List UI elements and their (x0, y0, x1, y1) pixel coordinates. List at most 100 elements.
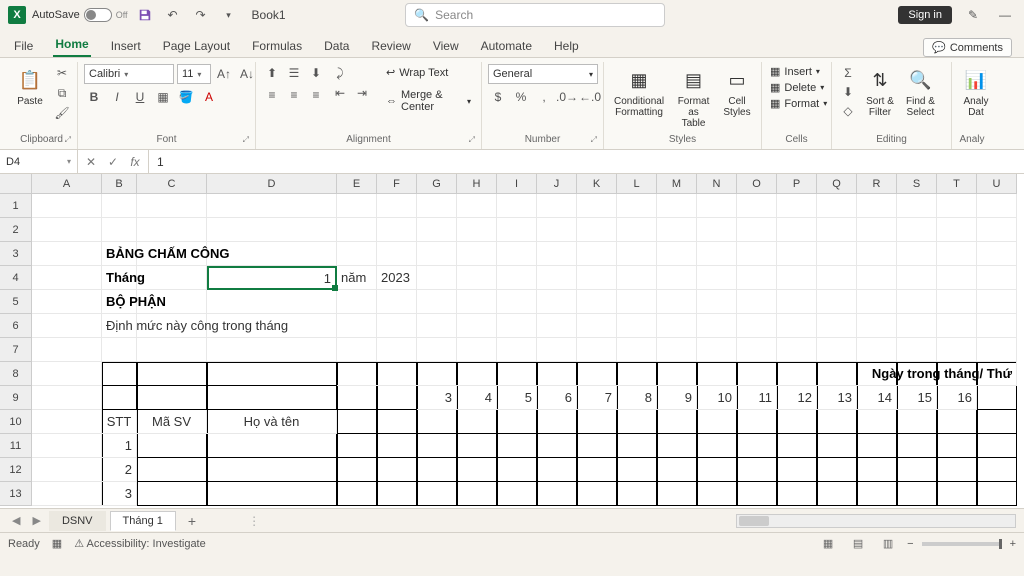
col-header-B[interactable]: B (102, 174, 137, 194)
fill-icon[interactable]: ⬇ (838, 83, 858, 101)
cell-U13[interactable] (977, 482, 1017, 506)
cell-I4[interactable] (497, 266, 537, 290)
cell-S5[interactable] (897, 290, 937, 314)
cell-I10[interactable] (497, 410, 537, 434)
cell-P1[interactable] (777, 194, 817, 218)
col-header-S[interactable]: S (897, 174, 937, 194)
cell-D1[interactable] (207, 194, 337, 218)
cell-E7[interactable] (337, 338, 377, 362)
cell-G12[interactable] (417, 458, 457, 482)
cell-O6[interactable] (737, 314, 777, 338)
cell-O10[interactable] (737, 410, 777, 434)
cell-A12[interactable] (32, 458, 102, 482)
cell-R5[interactable] (857, 290, 897, 314)
cell-F11[interactable] (377, 434, 417, 458)
paste-button[interactable]: 📋 Paste (12, 64, 48, 109)
sheet-tab-thang1[interactable]: Tháng 1 (110, 511, 176, 531)
cell-P4[interactable] (777, 266, 817, 290)
cell-Q13[interactable] (817, 482, 857, 506)
cell-T4[interactable] (937, 266, 977, 290)
cell-D11[interactable] (207, 434, 337, 458)
col-header-P[interactable]: P (777, 174, 817, 194)
cell-U7[interactable] (977, 338, 1017, 362)
horizontal-scrollbar[interactable] (736, 514, 1016, 528)
cell-E2[interactable] (337, 218, 377, 242)
cell-styles-button[interactable]: ▭Cell Styles (719, 64, 755, 120)
cell-I11[interactable] (497, 434, 537, 458)
col-header-U[interactable]: U (977, 174, 1017, 194)
cell-U10[interactable] (977, 410, 1017, 434)
cell-D13[interactable] (207, 482, 337, 506)
cell-S3[interactable] (897, 242, 937, 266)
zoom-out-icon[interactable]: − (907, 538, 913, 550)
minimize-icon[interactable]: — (994, 4, 1016, 26)
cell-L6[interactable] (617, 314, 657, 338)
cell-L5[interactable] (617, 290, 657, 314)
cell-Q10[interactable] (817, 410, 857, 434)
cell-J2[interactable] (537, 218, 577, 242)
cell-L12[interactable] (617, 458, 657, 482)
cell-R4[interactable] (857, 266, 897, 290)
cell-R11[interactable] (857, 434, 897, 458)
tab-file[interactable]: File (12, 35, 35, 57)
cell-L9[interactable]: 8 (617, 386, 657, 410)
cell-F4[interactable]: 2023 (377, 266, 417, 290)
cell-Q11[interactable] (817, 434, 857, 458)
cell-A1[interactable] (32, 194, 102, 218)
macro-record-icon[interactable]: ▦ (52, 537, 62, 550)
col-header-C[interactable]: C (137, 174, 207, 194)
cell-C7[interactable] (137, 338, 207, 362)
cell-Q12[interactable] (817, 458, 857, 482)
cell-J5[interactable] (537, 290, 577, 314)
cell-B7[interactable] (102, 338, 137, 362)
row-header-4[interactable]: 4 (0, 266, 32, 290)
cell-A3[interactable] (32, 242, 102, 266)
cell-K2[interactable] (577, 218, 617, 242)
cell-F10[interactable] (377, 410, 417, 434)
row-header-3[interactable]: 3 (0, 242, 32, 266)
cell-G10[interactable] (417, 410, 457, 434)
cell-M1[interactable] (657, 194, 697, 218)
align-right-icon[interactable]: ≡ (306, 86, 326, 104)
cell-I5[interactable] (497, 290, 537, 314)
cell-N10[interactable] (697, 410, 737, 434)
cell-S13[interactable] (897, 482, 937, 506)
tab-help[interactable]: Help (552, 35, 581, 57)
cell-R2[interactable] (857, 218, 897, 242)
formula-input[interactable]: 1 (149, 155, 1024, 169)
cell-S9[interactable]: 15 (897, 386, 937, 410)
cell-J12[interactable] (537, 458, 577, 482)
cell-I3[interactable] (497, 242, 537, 266)
cell-U11[interactable] (977, 434, 1017, 458)
cell-A9[interactable] (32, 386, 102, 410)
cell-S2[interactable] (897, 218, 937, 242)
cell-E13[interactable] (337, 482, 377, 506)
decrease-indent-icon[interactable]: ⇤ (330, 84, 350, 102)
cell-A11[interactable] (32, 434, 102, 458)
cell-I13[interactable] (497, 482, 537, 506)
page-layout-view-icon[interactable]: ▤ (847, 536, 869, 552)
cell-G4[interactable] (417, 266, 457, 290)
cell-J11[interactable] (537, 434, 577, 458)
col-header-G[interactable]: G (417, 174, 457, 194)
cell-H5[interactable] (457, 290, 497, 314)
cell-T13[interactable] (937, 482, 977, 506)
number-format-select[interactable]: General▾ (488, 64, 598, 84)
cell-F2[interactable] (377, 218, 417, 242)
cell-I1[interactable] (497, 194, 537, 218)
cell-K1[interactable] (577, 194, 617, 218)
cell-K12[interactable] (577, 458, 617, 482)
cell-O9[interactable]: 11 (737, 386, 777, 410)
cell-F12[interactable] (377, 458, 417, 482)
align-middle-icon[interactable]: ☰ (284, 64, 304, 82)
cell-O7[interactable] (737, 338, 777, 362)
cell-B9[interactable] (102, 386, 137, 410)
cell-Q3[interactable] (817, 242, 857, 266)
cell-O2[interactable] (737, 218, 777, 242)
col-header-I[interactable]: I (497, 174, 537, 194)
cell-E1[interactable] (337, 194, 377, 218)
cell-O11[interactable] (737, 434, 777, 458)
orientation-icon[interactable]: ⤸ (330, 64, 350, 82)
cell-K7[interactable] (577, 338, 617, 362)
clipboard-launcher[interactable]: ⤢ (65, 135, 71, 145)
